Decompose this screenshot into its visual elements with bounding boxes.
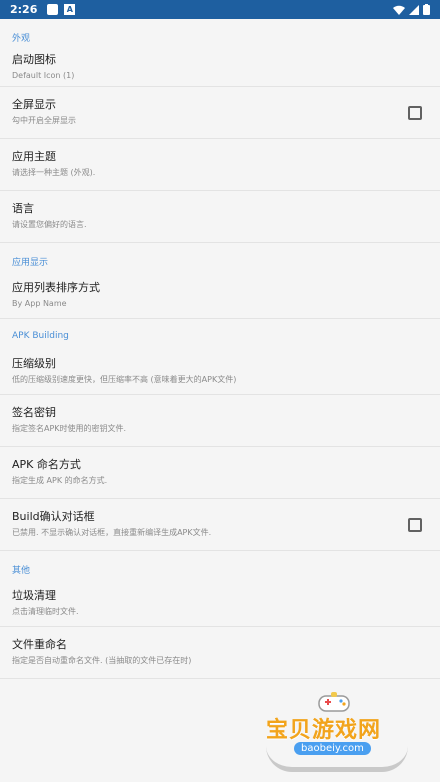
pref-title: 文件重命名 — [12, 638, 67, 651]
pref-launcher-icon[interactable]: 启动图标 Default Icon (1) — [0, 49, 440, 87]
pref-title: APK 命名方式 — [12, 458, 81, 471]
build-confirm-checkbox[interactable] — [408, 517, 422, 532]
pref-title: 垃圾清理 — [12, 589, 56, 602]
pref-title: 应用主题 — [12, 150, 56, 163]
pref-title: 压缩级别 — [12, 357, 56, 370]
pref-summary: 点击清理临时文件. — [12, 607, 79, 616]
fullscreen-checkbox[interactable] — [408, 105, 422, 120]
pref-summary: By App Name — [12, 299, 67, 308]
app-notification-icon: A — [64, 4, 76, 15]
watermark-url: baobeiy.com — [294, 742, 371, 755]
pref-title: 语言 — [12, 202, 34, 215]
pref-compression-level[interactable]: 压缩级别 低的压缩级别速度更快，但压缩率不高 (意味着更大的APK文件) — [0, 349, 440, 395]
battery-icon — [423, 4, 430, 15]
section-header-other: 其他 — [12, 566, 31, 576]
pref-title: Build确认对话框 — [12, 510, 95, 523]
pref-summary: 已禁用. 不显示确认对话框，直接重新编译生成APK文件. — [12, 528, 212, 537]
pref-summary: 低的压缩级别速度更快，但压缩率不高 (意味着更大的APK文件) — [12, 375, 237, 384]
pref-summary: 指定生成 APK 的命名方式. — [12, 476, 108, 485]
pref-app-theme[interactable]: 应用主题 请选择一种主题 (外观). — [0, 139, 440, 191]
pref-app-list-sort[interactable]: 应用列表排序方式 By App Name — [0, 273, 440, 319]
wifi-icon — [393, 5, 405, 15]
status-time: 2:26 — [10, 3, 38, 16]
pref-title: 签名密钥 — [12, 406, 56, 419]
pref-file-rename[interactable]: 文件重命名 指定是否自动重命名文件. (当抽取的文件已存在时) — [0, 627, 440, 679]
pref-title: 应用列表排序方式 — [12, 281, 100, 294]
gamepad-icon — [318, 692, 350, 712]
settings-list: 外观 启动图标 Default Icon (1) 全屏显示 勾中开启全屏显示 应… — [0, 19, 440, 679]
pref-language[interactable]: 语言 请设置您偏好的语言. — [0, 191, 440, 243]
pref-title: 全屏显示 — [12, 98, 56, 111]
status-bar: 2:26 A — [0, 0, 440, 19]
pref-apk-naming[interactable]: APK 命名方式 指定生成 APK 的命名方式. — [0, 447, 440, 499]
notification-icon — [47, 4, 59, 15]
watermark-text: 宝贝游戏网 — [266, 718, 382, 743]
pref-summary: 请选择一种主题 (外观). — [12, 168, 96, 177]
pref-title: 启动图标 — [12, 53, 56, 66]
pref-summary: 指定是否自动重命名文件. (当抽取的文件已存在时) — [12, 656, 192, 665]
watermark-logo: 宝贝游戏网 baobeiy.com — [262, 690, 412, 776]
pref-summary: 勾中开启全屏显示 — [12, 116, 76, 125]
pref-build-confirm-dialog[interactable]: Build确认对话框 已禁用. 不显示确认对话框，直接重新编译生成APK文件. — [0, 499, 440, 551]
section-header-appearance: 外观 — [12, 34, 31, 44]
section-header-apk-building: APK Building — [12, 331, 69, 341]
section-header-app-display: 应用显示 — [12, 258, 49, 268]
pref-signing-key[interactable]: 签名密钥 指定签名APK时使用的密钥文件. — [0, 395, 440, 447]
pref-summary: Default Icon (1) — [12, 71, 75, 80]
pref-summary: 请设置您偏好的语言. — [12, 220, 87, 229]
pref-junk-cleanup[interactable]: 垃圾清理 点击清理临时文件. — [0, 581, 440, 627]
signal-icon — [409, 4, 419, 15]
pref-summary: 指定签名APK时使用的密钥文件. — [12, 424, 127, 433]
pref-fullscreen[interactable]: 全屏显示 勾中开启全屏显示 — [0, 87, 440, 139]
